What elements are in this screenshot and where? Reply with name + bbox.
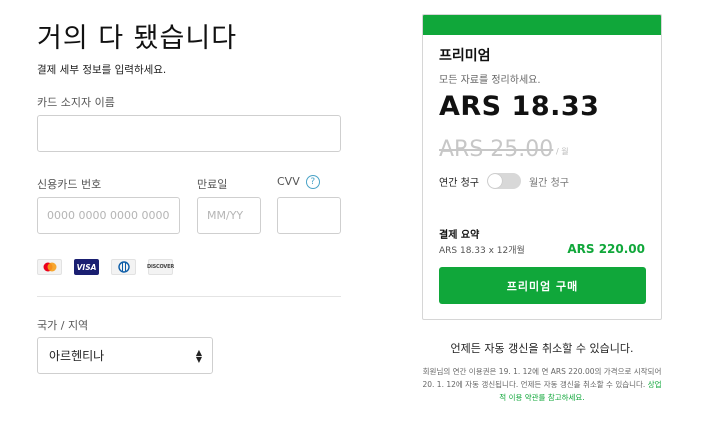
expiry-label: 만료일 bbox=[197, 178, 228, 191]
country-value: 아르헨티나 bbox=[49, 349, 105, 363]
plan-price: ARS 18.33 bbox=[439, 91, 600, 122]
mastercard-icon bbox=[37, 259, 62, 275]
cvv-label: CVV bbox=[277, 175, 300, 188]
card-number-label: 신용카드 번호 bbox=[37, 178, 102, 191]
select-arrows-icon: ▲ ▼ bbox=[195, 347, 202, 364]
summary-total: ARS 220.00 bbox=[567, 242, 645, 256]
billing-toggle[interactable] bbox=[486, 173, 521, 189]
expiry-input[interactable]: MM/YY bbox=[197, 197, 261, 234]
cardholder-input[interactable] bbox=[37, 115, 341, 152]
card-number-input[interactable]: 0000 0000 0000 0000 bbox=[37, 197, 180, 234]
cvv-label-group: CVV? bbox=[277, 175, 320, 189]
country-label: 국가 / 지역 bbox=[37, 319, 89, 332]
cardholder-label: 카드 소지자 이름 bbox=[37, 96, 115, 109]
page-title: 거의 다 됐습니다 bbox=[37, 23, 238, 54]
plan-panel: 프리미엄 모든 자료를 정리하세요. ARS 18.33 ARS 25.00 /… bbox=[422, 14, 662, 320]
card-brands: VISA DISCOVER bbox=[37, 259, 174, 275]
toggle-knob bbox=[487, 174, 502, 188]
visa-icon: VISA bbox=[74, 259, 99, 275]
plan-old-price: ARS 25.00 bbox=[439, 137, 554, 162]
summary-line: ARS 18.33 x 12개월 bbox=[439, 246, 525, 256]
help-icon[interactable]: ? bbox=[305, 175, 320, 189]
billing-annual-label: 연간 청구 bbox=[439, 177, 479, 189]
cvv-input[interactable] bbox=[277, 197, 341, 234]
billing-toggle-row: 연간 청구 월간 청구 bbox=[439, 173, 569, 189]
diners-icon bbox=[111, 259, 136, 275]
price-period: / 월 bbox=[556, 147, 569, 156]
billing-monthly-label: 월간 청구 bbox=[528, 177, 569, 189]
summary-title: 결제 요약 bbox=[439, 230, 480, 241]
plan-name: 프리미엄 bbox=[439, 48, 491, 64]
discover-icon: DISCOVER bbox=[147, 259, 174, 275]
plan-description: 모든 자료를 정리하세요. bbox=[439, 75, 541, 86]
country-select[interactable]: 아르헨티나 ▲ ▼ bbox=[37, 337, 213, 374]
buy-premium-button[interactable]: 프리미엄 구매 bbox=[439, 267, 646, 304]
cancel-note: 언제든 자동 갱신을 취소할 수 있습니다. bbox=[450, 342, 634, 355]
fine-print-text: 회원님의 연간 이용권은 19. 1. 12에 연 ARS 220.00의 가격… bbox=[422, 367, 662, 389]
page-subtitle: 결제 세부 정보를 입력하세요. bbox=[37, 64, 167, 76]
panel-accent-bar bbox=[423, 15, 661, 35]
divider bbox=[37, 296, 341, 297]
fine-print: 회원님의 연간 이용권은 19. 1. 12에 연 ARS 220.00의 가격… bbox=[422, 365, 662, 404]
